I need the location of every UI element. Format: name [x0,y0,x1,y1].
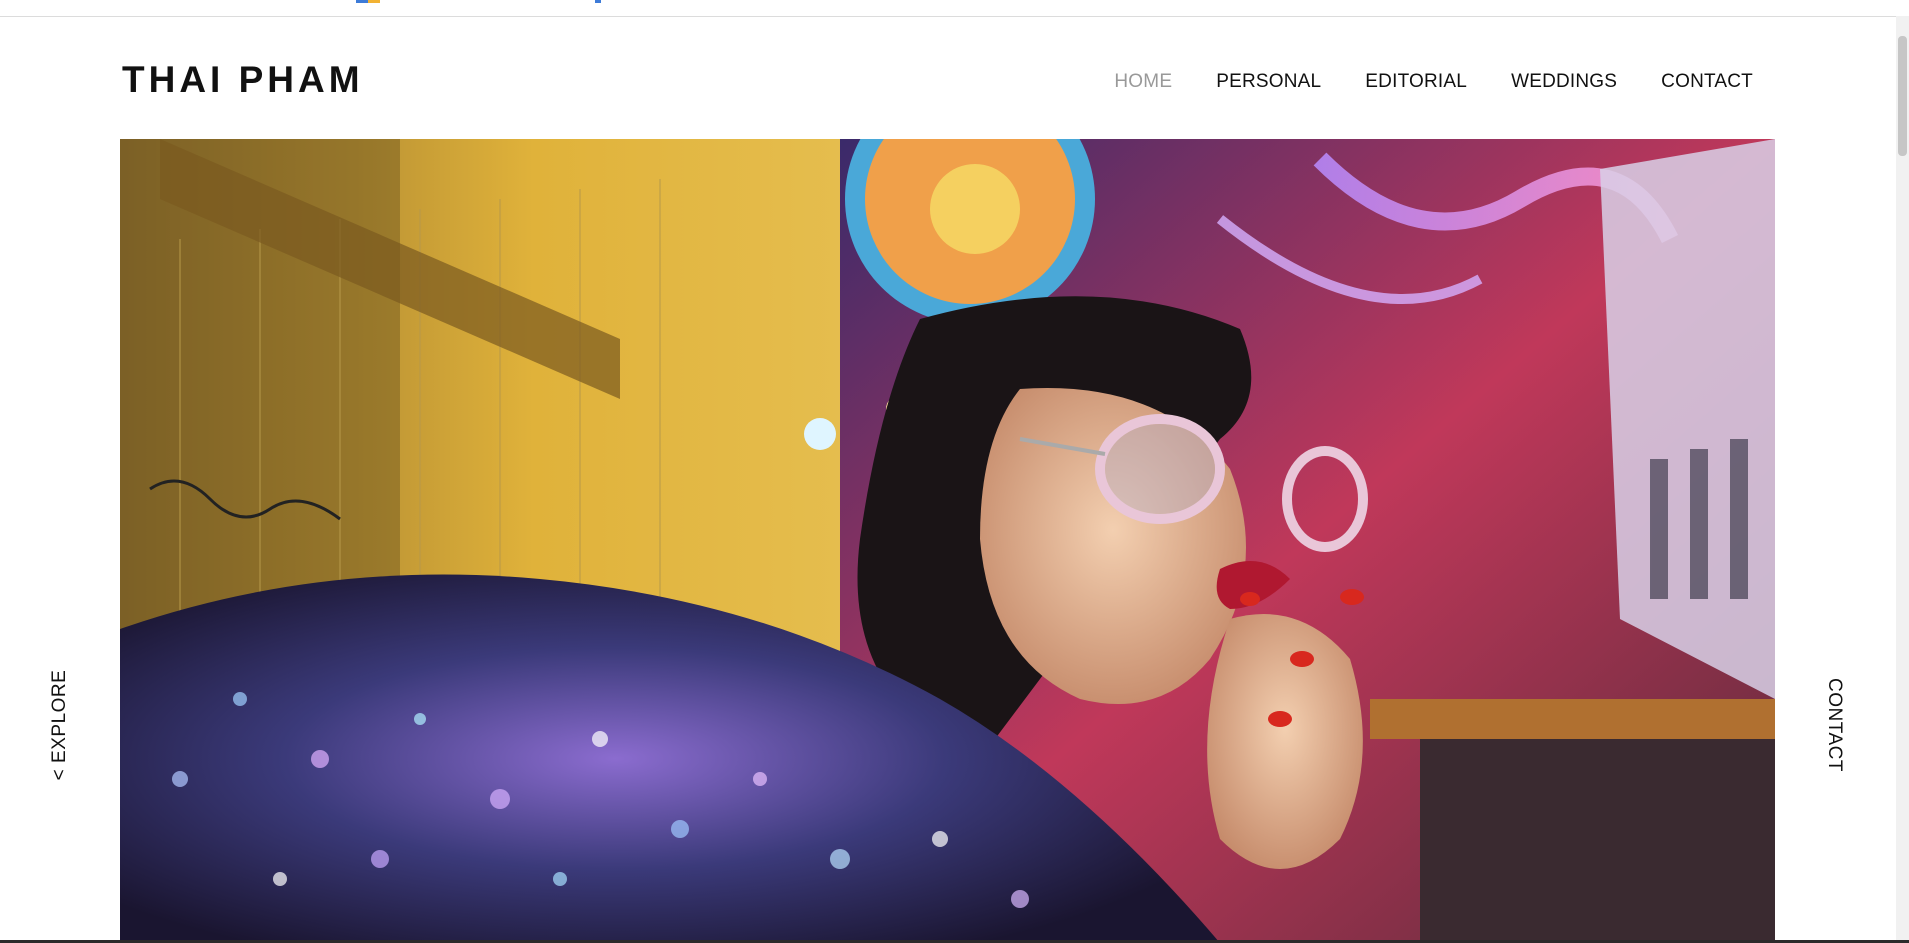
bookmark-icon-accent [368,0,380,3]
contact-side-link[interactable]: CONTACT [1823,678,1845,772]
main-navigation: HOME PERSONAL EDITORIAL WEDDINGS CONTACT [1114,70,1753,94]
nav-editorial-link[interactable]: EDITORIAL [1365,70,1467,94]
nav-home-link[interactable]: HOME [1114,70,1172,94]
browser-top-strip [0,0,1909,17]
page-scrollbar[interactable] [1896,16,1909,943]
scrollbar-thumb[interactable] [1898,36,1907,156]
nav-personal-link[interactable]: PERSONAL [1216,70,1321,94]
site-logo[interactable]: THAI PHAM [122,60,364,100]
nav-weddings-link[interactable]: WEDDINGS [1511,70,1617,94]
bookmark-icon-small [595,0,601,3]
hero-photo[interactable] [120,139,1775,943]
hero-photo-image [120,139,1775,943]
explore-side-link[interactable]: < EXPLORE [49,670,71,781]
nav-contact-link[interactable]: CONTACT [1661,70,1753,94]
